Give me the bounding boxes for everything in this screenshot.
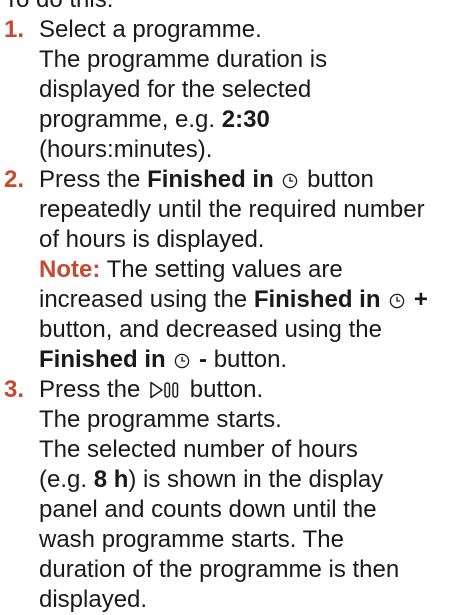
minus-sign: -	[199, 346, 208, 373]
button-name: Finished in	[253, 286, 381, 313]
step-text: wash programme starts. The	[39, 526, 345, 553]
note-line: increased using the Finished in +	[39, 285, 467, 315]
step-text: button.	[189, 376, 264, 403]
step-text: button	[307, 166, 374, 193]
step-2: 2. Press the Finished in button repeated…	[4, 165, 467, 375]
step-number: 3.	[4, 376, 25, 403]
note-text: button, and decreased using the	[39, 316, 382, 343]
step-3: 3. Press the button. The programme start…	[4, 375, 467, 615]
step-text: The programme starts.	[39, 406, 282, 433]
step-text-line: Press the Finished in button	[39, 165, 467, 195]
step-text: ) is shown in the display	[128, 466, 384, 493]
button-name: Finished in	[39, 346, 166, 373]
step-text: (e.g.	[39, 466, 88, 493]
plus-sign: +	[413, 286, 428, 313]
start-pause-icon	[150, 381, 179, 399]
hours-example: 8 h	[93, 466, 129, 493]
step-text: duration of the programme is then	[39, 556, 400, 583]
step-text: of hours is displayed.	[39, 226, 265, 253]
note-text: The setting values are	[106, 256, 343, 283]
step-number: 2.	[4, 166, 25, 193]
note-text: increased using the	[39, 286, 248, 313]
note-line: Note: The setting values are	[39, 255, 467, 285]
step-text-line: (e.g. 8 h) is shown in the display	[39, 465, 467, 495]
note-label: Note:	[39, 256, 101, 283]
intro-text: To do this:	[4, 0, 467, 15]
step-text: displayed.	[39, 586, 148, 613]
duration-example: 2:30	[221, 106, 270, 133]
step-number: 1.	[4, 16, 25, 43]
step-text: Press the	[39, 376, 141, 403]
step-text-line: Press the button.	[39, 375, 467, 405]
clock-icon	[283, 173, 298, 189]
instruction-page: To do this: 1. Select a programme. The p…	[0, 0, 467, 613]
step-text: Press the	[39, 166, 141, 193]
step-text: displayed for the selected	[39, 76, 312, 103]
step-text: panel and counts down until the	[39, 496, 377, 523]
step-text-line: programme, e.g. 2:30	[39, 105, 467, 135]
step-text: The selected number of hours	[39, 436, 358, 463]
step-text: programme, e.g.	[39, 106, 216, 133]
clock-icon	[175, 353, 190, 369]
step-1: 1. Select a programme. The programme dur…	[4, 15, 467, 165]
step-text: Select a programme.	[39, 16, 262, 43]
step-text: repeatedly until the required number	[39, 196, 425, 223]
note-text: button.	[213, 346, 288, 373]
step-text: The programme duration is	[39, 46, 328, 73]
clock-icon	[389, 293, 405, 309]
note-line: Finished in - button.	[39, 345, 467, 375]
step-text: (hours:minutes).	[39, 136, 213, 163]
button-name: Finished in	[147, 166, 274, 193]
